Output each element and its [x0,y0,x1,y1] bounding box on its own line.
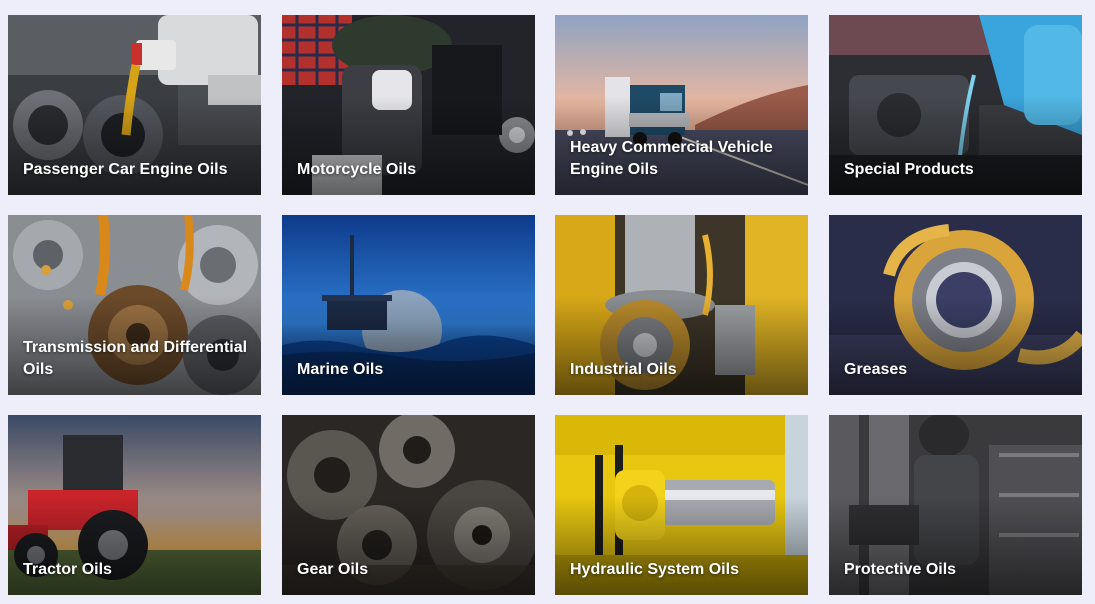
category-card-greases[interactable]: Greases [829,215,1082,395]
category-card-marine-oils[interactable]: Marine Oils [282,215,535,395]
category-label: Tractor Oils [23,561,112,578]
product-category-grid: Passenger Car Engine Oils Motorcycle Oil… [0,0,1095,604]
category-label: Protective Oils [844,561,957,578]
category-card-tractor-oils[interactable]: Tractor Oils [8,415,261,595]
category-card-passenger-car-engine-oils[interactable]: Passenger Car Engine Oils [8,15,261,195]
category-card-transmission-and-differential-oils[interactable]: Transmission and Differential Oils [8,215,261,395]
category-card-special-products[interactable]: Special Products [829,15,1082,195]
category-card-motorcycle-oils[interactable]: Motorcycle Oils [282,15,535,195]
category-label: Greases [844,361,908,378]
category-label: Gear Oils [297,561,369,578]
category-label: Motorcycle Oils [297,161,417,178]
category-card-protective-oils[interactable]: Protective Oils [829,415,1082,595]
category-label: Transmission and Differential Oils [23,339,248,378]
category-card-gear-oils[interactable]: Gear Oils [282,415,535,595]
category-label: Marine Oils [297,361,384,378]
category-label: Passenger Car Engine Oils [23,161,228,178]
category-card-hydraulic-system-oils[interactable]: Hydraulic System Oils [555,415,808,595]
category-label: Heavy Commercial Vehicle Engine Oils [570,139,773,178]
category-card-heavy-commercial-vehicle-engine-oils[interactable]: Heavy Commercial Vehicle Engine Oils [555,15,808,195]
category-label: Industrial Oils [570,361,677,378]
category-label: Hydraulic System Oils [570,561,739,578]
category-label: Special Products [844,161,974,178]
category-card-industrial-oils[interactable]: Industrial Oils [555,215,808,395]
